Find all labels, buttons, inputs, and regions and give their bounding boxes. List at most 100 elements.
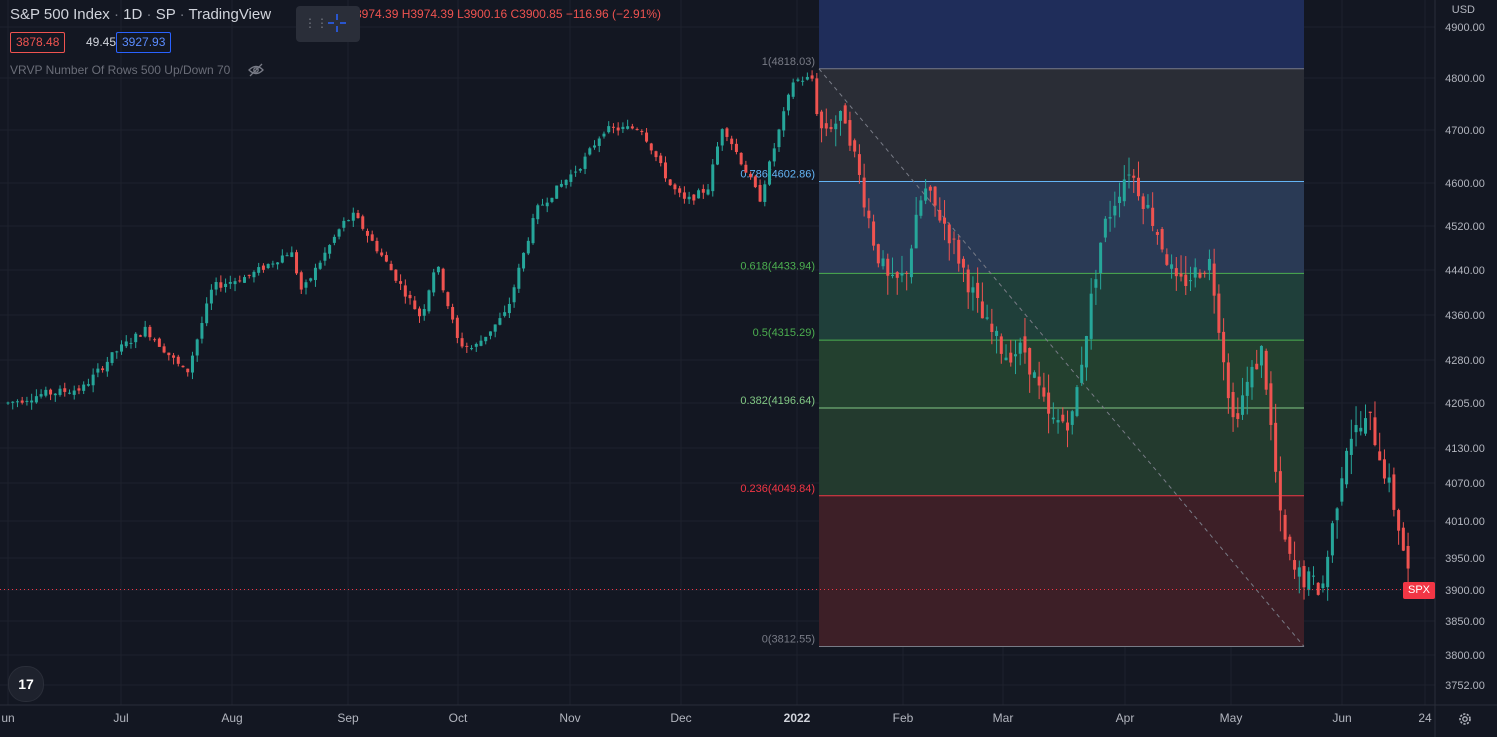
candle-body: [285, 255, 289, 257]
candle-body: [446, 292, 450, 307]
candle-body: [309, 278, 313, 281]
candle-body: [763, 184, 767, 202]
fib-band: [819, 495, 1304, 647]
candle-body: [550, 197, 554, 202]
candle-body: [966, 269, 970, 293]
time-tick-label: Mar: [993, 711, 1014, 725]
candle-body: [791, 82, 795, 97]
hide-eye-icon[interactable]: [248, 62, 264, 78]
candle-body: [427, 290, 431, 312]
chart-header: S&P 500 Index · 1D · SP · TradingView: [10, 6, 272, 23]
candle-body: [1288, 536, 1292, 554]
price-tick-label: 4280.00: [1445, 355, 1485, 367]
candle-body: [626, 126, 630, 129]
candle-body: [337, 229, 341, 237]
candle-body: [115, 351, 119, 353]
floating-toolbar: ⋮⋮: [296, 6, 360, 42]
candle-body: [361, 216, 365, 229]
candle-body: [318, 262, 322, 269]
candle-body: [829, 127, 833, 130]
candle-body: [313, 267, 317, 281]
candle-body: [67, 392, 71, 394]
candle-body: [663, 162, 667, 179]
candle-body: [1066, 422, 1070, 431]
candle-body: [886, 258, 890, 276]
candle-body: [630, 126, 634, 129]
candle-body: [1155, 231, 1159, 235]
candle-body: [952, 238, 956, 240]
candle-body: [261, 265, 265, 270]
candle-body: [1047, 392, 1051, 414]
price-tick-label: 4130.00: [1445, 443, 1485, 455]
candle-body: [1217, 293, 1221, 333]
tradingview-logo[interactable]: 17: [8, 666, 44, 702]
candle-body: [455, 317, 459, 338]
candle-body: [540, 204, 544, 206]
candle-body: [1241, 395, 1245, 415]
price-chart[interactable]: 1(4818.03)0.786(4602.86)0.618(4433.94)0.…: [0, 0, 1497, 737]
candle-body: [526, 240, 530, 254]
candle-body: [1028, 348, 1032, 375]
candle-body: [413, 300, 417, 310]
candle-body: [365, 230, 369, 236]
candle-body: [1146, 204, 1150, 208]
candle-body: [555, 185, 559, 199]
time-tick-label: Jun: [1332, 711, 1351, 725]
candle-body: [531, 218, 535, 244]
candle-body: [574, 171, 578, 173]
fib-level-label: 0.382(4196.64): [740, 395, 815, 407]
candle-body: [999, 336, 1003, 354]
candle-body: [143, 326, 147, 337]
candle-body: [697, 190, 701, 199]
candle-body: [786, 94, 790, 111]
candle-body: [1274, 422, 1278, 472]
candle-body: [848, 120, 852, 146]
candle-body: [1373, 417, 1377, 446]
candle-body: [947, 224, 951, 244]
candle-body: [1198, 272, 1202, 278]
candle-body: [649, 143, 653, 151]
currency-selector[interactable]: USD: [1452, 4, 1475, 16]
fib-level-label: 0.236(4049.84): [740, 483, 815, 495]
candle-body: [72, 390, 76, 395]
candle-body: [928, 186, 932, 191]
fib-band: [819, 340, 1304, 409]
indicator-legend[interactable]: VRVP Number Of Rows 500 Up/Down 70: [10, 63, 230, 77]
candle-body: [990, 323, 994, 332]
candle-body: [488, 331, 492, 336]
candle-body: [332, 236, 336, 243]
candle-body: [342, 220, 346, 228]
symbol-name[interactable]: S&P 500 Index: [10, 6, 110, 23]
gear-icon[interactable]: [1457, 711, 1473, 727]
ask-price-box[interactable]: 3927.93: [116, 32, 172, 53]
candle-body: [701, 188, 705, 193]
crosshair-icon[interactable]: [326, 12, 348, 34]
candle-body: [867, 210, 871, 219]
interval-label[interactable]: 1D: [123, 6, 142, 23]
candle-body: [6, 402, 10, 404]
time-tick-label: Feb: [893, 711, 914, 725]
candle-body: [200, 322, 204, 339]
candle-body: [824, 123, 828, 129]
candle-body: [512, 287, 516, 303]
candle-body: [186, 368, 190, 373]
price-tick-label: 3900.00: [1445, 585, 1485, 597]
candle-body: [432, 272, 436, 293]
time-tick-label: 2022: [784, 711, 811, 725]
candle-body: [564, 179, 568, 186]
time-tick-label: Sep: [337, 711, 359, 725]
fib-band: [819, 273, 1304, 341]
price-tick-label: 4440.00: [1445, 265, 1485, 277]
candle-body: [1387, 477, 1391, 483]
drag-handle-icon[interactable]: ⋮⋮: [304, 16, 328, 30]
candle-body: [995, 330, 999, 336]
candle-body: [209, 289, 213, 304]
candle-body: [1165, 254, 1169, 265]
candle-body: [1255, 363, 1259, 370]
candle-body: [1378, 451, 1382, 461]
bid-price-box[interactable]: 3878.48: [10, 32, 66, 53]
candle-body: [195, 339, 199, 356]
candle-body: [777, 129, 781, 148]
time-tick-label: un: [1, 711, 14, 725]
candle-body: [559, 183, 563, 187]
